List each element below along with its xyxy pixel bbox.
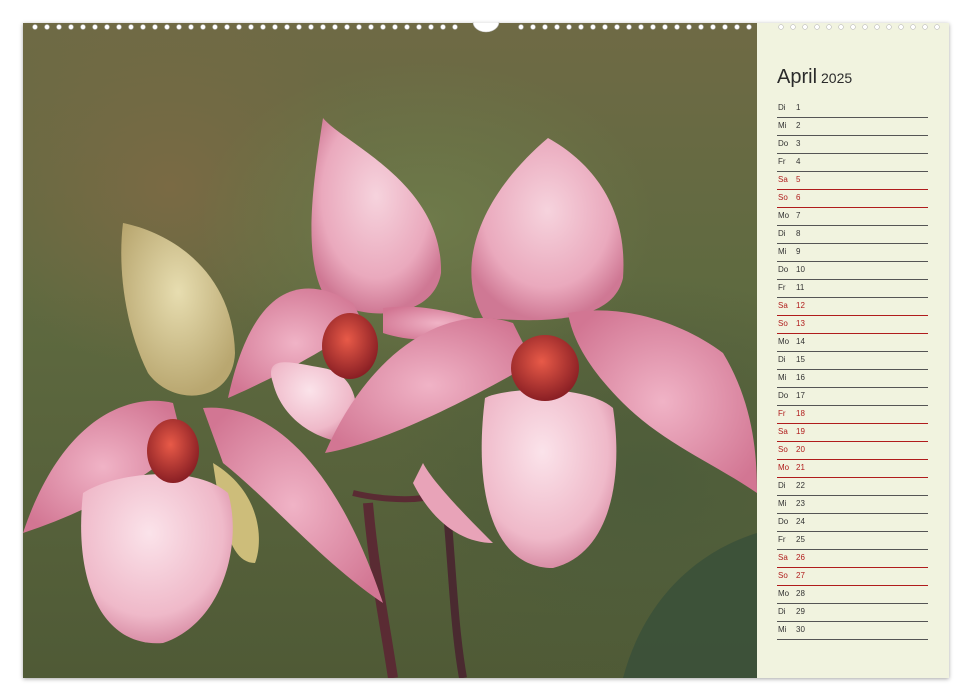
- day-number: 14: [796, 337, 805, 346]
- month-title: April 2025: [777, 66, 852, 89]
- day-number: 29: [796, 607, 805, 616]
- wire-binding: [32, 22, 940, 33]
- day-number: 27: [796, 571, 805, 580]
- day-number: 10: [796, 265, 805, 274]
- weekday-label: Mo: [778, 211, 790, 220]
- day-row: Sa 26: [777, 550, 928, 568]
- day-row: So 13: [777, 316, 928, 334]
- day-number: 7: [796, 211, 801, 220]
- orchid-photo: [23, 23, 757, 678]
- day-row: Di 29: [777, 604, 928, 622]
- weekday-label: Mi: [778, 373, 787, 382]
- weekday-label: So: [778, 571, 788, 580]
- day-row: Sa 12: [777, 298, 928, 316]
- weekday-label: Sa: [778, 553, 788, 562]
- day-number: 21: [796, 463, 805, 472]
- day-number: 22: [796, 481, 805, 490]
- day-row: Mi 9: [777, 244, 928, 262]
- day-number: 13: [796, 319, 805, 328]
- weekday-label: Di: [778, 355, 786, 364]
- weekday-label: Mi: [778, 625, 787, 634]
- day-number: 26: [796, 553, 805, 562]
- weekday-label: Di: [778, 103, 786, 112]
- weekday-label: Mi: [778, 121, 787, 130]
- day-number: 11: [796, 283, 805, 292]
- day-number: 19: [796, 427, 805, 436]
- day-row: Mi 30: [777, 622, 928, 640]
- month-year: 2025: [821, 70, 853, 86]
- hanger-notch: [472, 22, 500, 33]
- weekday-label: Do: [778, 265, 789, 274]
- weekday-label: So: [778, 319, 788, 328]
- weekday-label: Fr: [778, 409, 786, 418]
- day-row: Fr 25: [777, 532, 928, 550]
- day-row: Do 17: [777, 388, 928, 406]
- day-number: 2: [796, 121, 801, 130]
- day-row: Mo 21: [777, 460, 928, 478]
- weekday-label: Fr: [778, 535, 786, 544]
- weekday-label: Fr: [778, 157, 786, 166]
- day-row: Fr 4: [777, 154, 928, 172]
- day-row: Mo 14: [777, 334, 928, 352]
- weekday-label: Do: [778, 517, 789, 526]
- day-number: 18: [796, 409, 805, 418]
- day-number: 16: [796, 373, 805, 382]
- day-row: Di 22: [777, 478, 928, 496]
- day-row: So 20: [777, 442, 928, 460]
- weekday-label: Mi: [778, 247, 787, 256]
- day-row: Mo 28: [777, 586, 928, 604]
- day-row: So 27: [777, 568, 928, 586]
- day-row: Di 8: [777, 226, 928, 244]
- weekday-label: Di: [778, 481, 786, 490]
- day-row: Mo 7: [777, 208, 928, 226]
- weekday-label: Do: [778, 139, 789, 148]
- day-number: 20: [796, 445, 805, 454]
- weekday-label: Do: [778, 391, 789, 400]
- weekday-label: So: [778, 445, 788, 454]
- day-row: Do 10: [777, 262, 928, 280]
- day-row: Mi 2: [777, 118, 928, 136]
- day-number: 12: [796, 301, 805, 310]
- day-row: Sa 19: [777, 424, 928, 442]
- day-number: 17: [796, 391, 805, 400]
- day-number: 1: [796, 103, 801, 112]
- weekday-label: Mo: [778, 589, 790, 598]
- day-number: 8: [796, 229, 801, 238]
- weekday-label: Di: [778, 229, 786, 238]
- day-row: Di 1: [777, 100, 928, 118]
- day-row: Mi 23: [777, 496, 928, 514]
- day-number: 30: [796, 625, 805, 634]
- day-row: Fr 11: [777, 280, 928, 298]
- day-number: 23: [796, 499, 805, 508]
- day-row: Sa 5: [777, 172, 928, 190]
- weekday-label: So: [778, 193, 788, 202]
- weekday-label: Mo: [778, 463, 790, 472]
- month-name: April: [777, 66, 818, 88]
- day-number: 15: [796, 355, 805, 364]
- weekday-label: Sa: [778, 301, 788, 310]
- weekday-label: Sa: [778, 175, 788, 184]
- day-list: Di 1 Mi 2 Do 3 Fr 4 Sa 5 So 6 Mo 7 Di 8 Mi 9 Do 10 Fr 11 Sa 12 S…: [777, 100, 928, 640]
- weekday-label: Mi: [778, 499, 787, 508]
- day-number: 28: [796, 589, 805, 598]
- orchid-illustration: [23, 118, 757, 678]
- day-number: 3: [796, 139, 801, 148]
- day-row: Do 3: [777, 136, 928, 154]
- weekday-label: Di: [778, 607, 786, 616]
- day-row: So 6: [777, 190, 928, 208]
- day-row: Fr 18: [777, 406, 928, 424]
- weekday-label: Fr: [778, 283, 786, 292]
- day-number: 24: [796, 517, 805, 526]
- day-row: Di 15: [777, 352, 928, 370]
- weekday-label: Sa: [778, 427, 788, 436]
- weekday-label: Mo: [778, 337, 790, 346]
- day-row: Mi 16: [777, 370, 928, 388]
- day-number: 4: [796, 157, 801, 166]
- day-number: 6: [796, 193, 801, 202]
- day-number: 5: [796, 175, 801, 184]
- day-number: 25: [796, 535, 805, 544]
- day-number: 9: [796, 247, 801, 256]
- day-row: Do 24: [777, 514, 928, 532]
